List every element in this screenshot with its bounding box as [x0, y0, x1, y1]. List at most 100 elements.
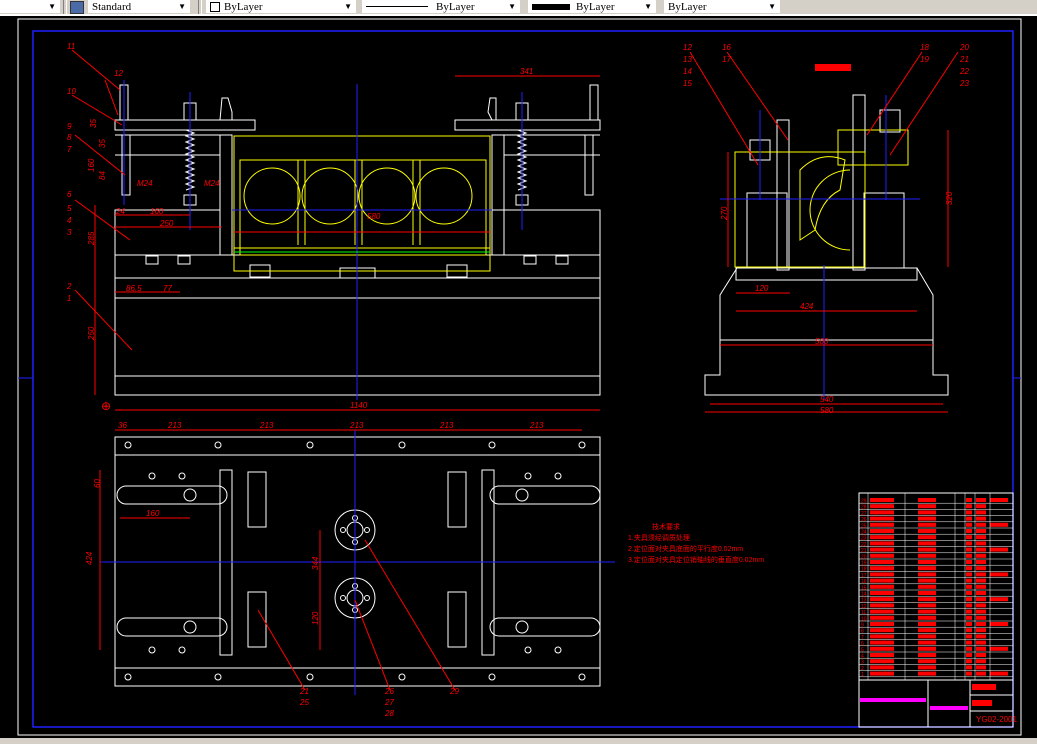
table-cell-text	[918, 566, 936, 571]
text-style-icon[interactable]	[70, 1, 84, 14]
previous-dropdown[interactable]: ▼	[0, 0, 60, 13]
dimension-label: 60	[93, 479, 102, 488]
table-cell-text	[976, 591, 986, 595]
part-balloon: 16	[722, 43, 731, 52]
color-dropdown[interactable]: ByLayer ▼	[206, 0, 356, 13]
lineweight-sample-icon	[532, 3, 570, 10]
table-row-number: 11	[861, 610, 866, 616]
part-balloon: 3	[67, 228, 72, 237]
table-row-number: 19	[861, 561, 867, 567]
part-balloon: 27	[384, 698, 394, 707]
dimension-label: 84	[98, 171, 107, 180]
table-cell-text	[918, 634, 936, 639]
table-row-number: 27	[861, 511, 867, 517]
table-cell-text	[918, 628, 936, 633]
part-balloon: 8	[67, 133, 72, 142]
table-cell-text	[990, 597, 1008, 602]
table-cell-text	[976, 498, 986, 502]
table-cell-text	[966, 516, 972, 521]
dimension-label: M24	[137, 179, 153, 188]
drawing-canvas[interactable]: ⊕ 12 341353516084M24 M2424 16025058028586.5…	[0, 16, 1037, 738]
chevron-down-icon: ▼	[344, 2, 352, 11]
table-cell-text	[966, 659, 972, 664]
part-balloon: 11	[67, 42, 75, 51]
dimension-label: 213	[529, 421, 544, 430]
bolt-hole	[178, 472, 186, 480]
part-balloon: 28	[384, 709, 394, 718]
table-cell-text	[966, 535, 972, 540]
table-cell-text	[976, 504, 986, 509]
mounting-hole	[124, 441, 132, 449]
mounting-hole	[214, 441, 222, 449]
table-cell-text	[976, 560, 986, 564]
mounting-hole	[578, 441, 586, 449]
table-cell-text	[976, 671, 986, 676]
title-block: YG02-2001 292827262524232221201918171615…	[858, 492, 1017, 728]
table-cell-text	[966, 640, 972, 645]
table-row-number: 21	[861, 548, 867, 554]
side-dimension-labels: 270 320 120 424 500 540 580	[720, 191, 954, 415]
table-cell-text	[966, 504, 972, 509]
table-cell-text	[990, 498, 1008, 502]
dimension-label: 320	[945, 191, 954, 205]
table-cell-text	[918, 547, 936, 552]
table-cell-text	[870, 622, 894, 626]
part-balloon: 14	[683, 67, 692, 76]
part-balloon: 25	[299, 698, 309, 707]
part-balloon: 6	[67, 190, 72, 199]
part-balloon: 21	[299, 687, 309, 696]
dimension-label: 250	[159, 219, 174, 228]
part-balloon: 7	[67, 145, 72, 154]
table-row-number: 16	[861, 579, 867, 585]
table-cell-text	[870, 634, 894, 639]
mounting-hole	[214, 673, 222, 681]
table-cell-text	[976, 646, 986, 651]
table-cell-text	[966, 578, 972, 583]
table-cell-text	[966, 646, 972, 651]
dimensions-plan	[99, 429, 582, 691]
lineweight-dropdown[interactable]: ByLayer ▼	[528, 0, 656, 13]
linetype-dropdown[interactable]: ByLayer ▼	[362, 0, 520, 13]
part-balloon: 5	[67, 204, 72, 213]
table-cell-text	[870, 671, 894, 676]
table-cell-text	[976, 640, 986, 645]
table-cell-text	[966, 572, 972, 577]
table-cell-text	[966, 566, 972, 571]
table-cell-text	[966, 671, 972, 676]
dimension-label: 341	[520, 67, 533, 76]
table-cell-text	[976, 628, 986, 633]
text-style-dropdown[interactable]: Standard ▼	[88, 0, 190, 13]
table-cell-text	[990, 572, 1008, 577]
dimension-label: 86.5	[126, 284, 142, 293]
dimension-label: 213	[439, 421, 454, 430]
front-balloons: 11 10 9 8 7 6 5 4 3 2 1	[66, 42, 76, 303]
table-cell-text	[870, 572, 894, 577]
part-balloon: 2	[66, 282, 72, 291]
table-cell-text	[870, 646, 894, 651]
dimension-label: 213	[349, 421, 364, 430]
dimension-label: 285	[87, 231, 96, 246]
table-cell-text	[966, 541, 972, 546]
part-balloon: 23	[959, 79, 969, 88]
mounting-hole	[398, 673, 406, 681]
dimensions-front	[71, 49, 600, 411]
part-balloon: 22	[959, 67, 969, 76]
part-balloon: 26	[384, 687, 394, 696]
plot-style-dropdown[interactable]: ByLayer ▼	[664, 0, 780, 13]
status-bar	[0, 738, 1037, 744]
table-cell-text	[870, 566, 894, 571]
table-cell-text	[918, 591, 936, 595]
table-row-number: 4	[861, 654, 864, 660]
table-cell-text	[966, 510, 972, 515]
table-row-number: 15	[861, 585, 867, 591]
table-cell-text	[976, 522, 986, 527]
part-balloon: 20	[959, 43, 969, 52]
table-cell-text	[918, 541, 936, 546]
table-cell-text	[918, 659, 936, 664]
dimension-label: M24	[204, 179, 220, 188]
dimension-label: 120	[755, 284, 769, 293]
chevron-down-icon: ▼	[508, 2, 516, 11]
dimension-label: 36	[118, 421, 127, 430]
table-cell-text	[870, 584, 894, 589]
table-cell-text	[976, 510, 986, 515]
